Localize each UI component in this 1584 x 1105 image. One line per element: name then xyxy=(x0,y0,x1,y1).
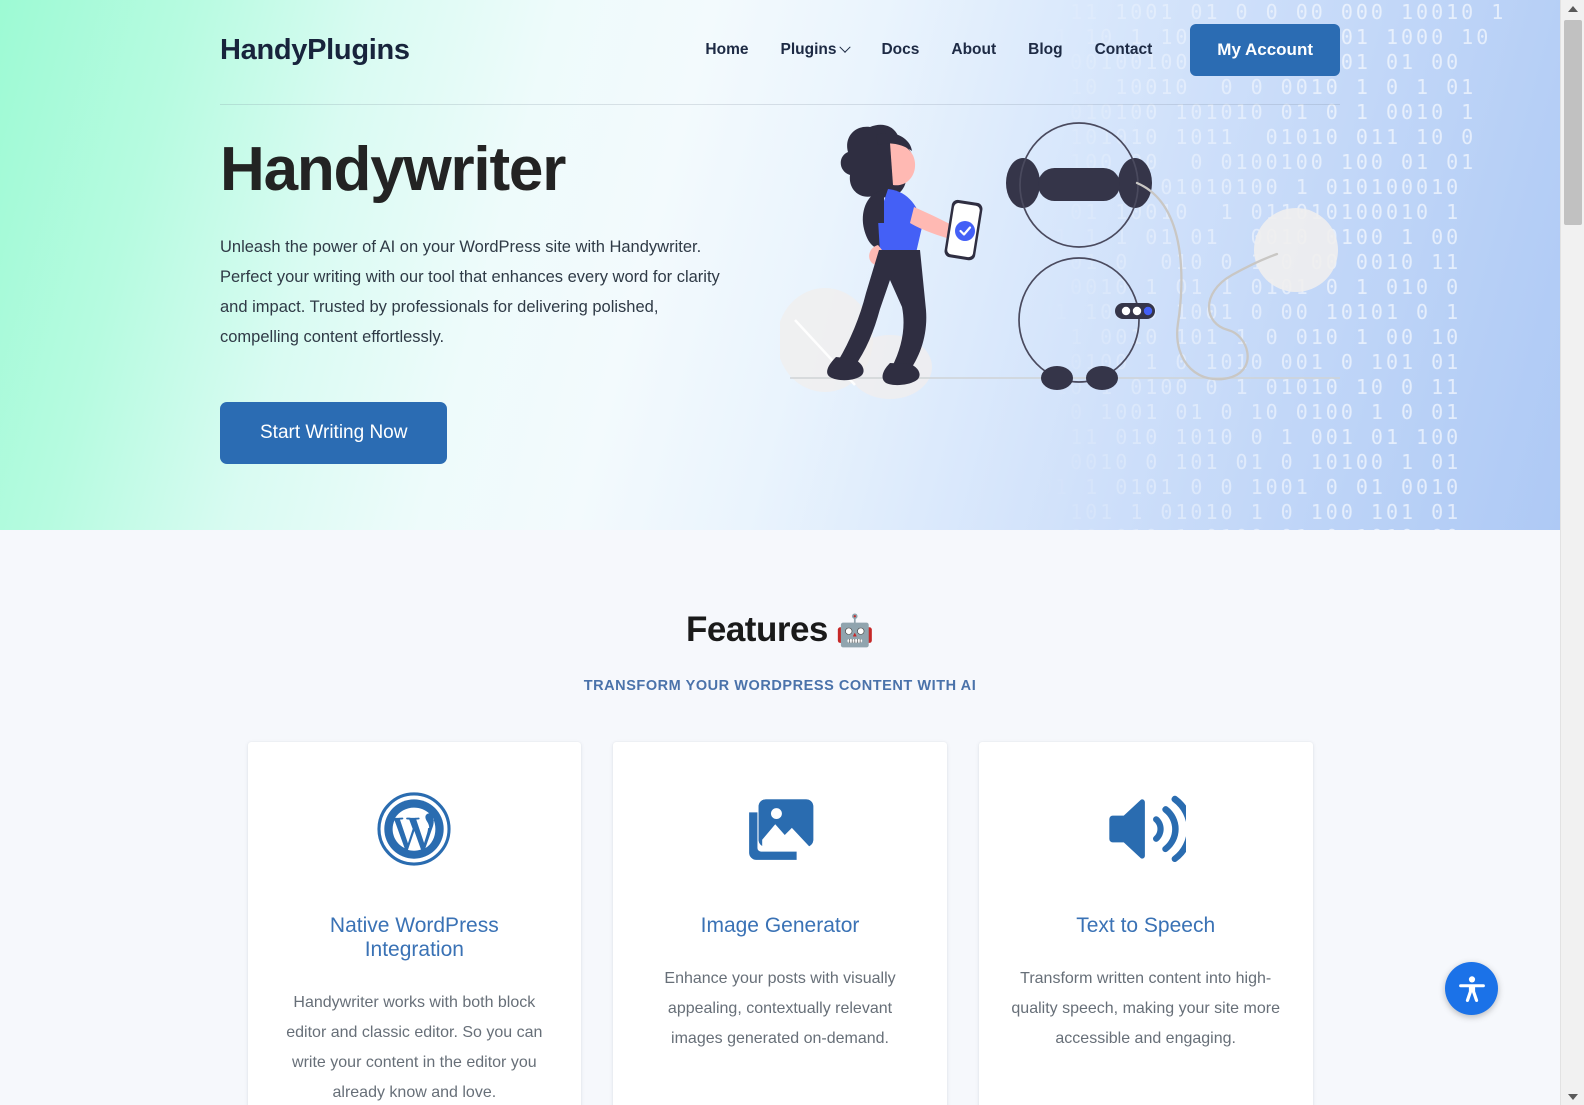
feature-card-title: Image Generator xyxy=(700,914,860,937)
accessibility-widget-button[interactable] xyxy=(1445,962,1498,1015)
nav-item-label: Contact xyxy=(1094,41,1153,58)
hero-body: Handywriter Unleash the power of AI on y… xyxy=(220,105,1340,465)
features-heading: Features 🤖 xyxy=(0,610,1560,650)
nav-item-label: About xyxy=(951,41,997,58)
browser-viewport: 0 11 1001 01 0 0 00 000 10010 1 01 10 1 … xyxy=(0,0,1560,1105)
chevron-down-icon xyxy=(839,41,852,53)
speaker-volume-icon xyxy=(1009,788,1283,870)
feature-cards-grid: Native WordPress Integration Handywriter… xyxy=(247,742,1313,1105)
nav-item-label: Docs xyxy=(881,41,920,58)
primary-navigation: Home Plugins Docs About Blog Contact My … xyxy=(689,24,1340,76)
feature-card-description: Handywriter works with both block editor… xyxy=(286,994,543,1101)
start-writing-now-button[interactable]: Start Writing Now xyxy=(220,402,448,465)
hero-section: 0 11 1001 01 0 0 00 000 10010 1 01 10 1 … xyxy=(0,0,1560,530)
accessibility-person-icon xyxy=(1458,975,1485,1002)
site-logo-text[interactable]: HandyPlugins xyxy=(220,34,410,67)
scrollbar-down-arrow[interactable] xyxy=(1561,1088,1584,1105)
feature-card-description: Enhance your posts with visually appeali… xyxy=(664,970,896,1047)
nav-item-docs[interactable]: Docs xyxy=(865,41,935,59)
hero-description: Unleash the power of AI on your WordPres… xyxy=(220,238,720,347)
scrollbar-thumb[interactable] xyxy=(1564,20,1582,225)
feature-card-text-to-speech[interactable]: Text to Speech Transform written content… xyxy=(978,742,1313,1105)
scrollbar-up-arrow[interactable] xyxy=(1561,0,1584,17)
feature-card-description: Transform written content into high-qual… xyxy=(1011,970,1280,1047)
feature-card-title: Native WordPress Integration xyxy=(329,914,499,961)
person-with-phone-and-robot-illustration xyxy=(777,122,1340,399)
hero-illustration xyxy=(777,95,1360,425)
nav-item-home[interactable]: Home xyxy=(689,41,764,59)
robot-emoji-icon: 🤖 xyxy=(835,613,875,648)
nav-item-plugins[interactable]: Plugins xyxy=(764,41,865,59)
nav-item-label: Plugins xyxy=(780,41,837,58)
feature-card-image-generator[interactable]: Image Generator Enhance your posts with … xyxy=(613,742,947,1105)
nav-item-label: Home xyxy=(705,41,749,58)
nav-item-label: Blog xyxy=(1028,41,1063,58)
features-section: Features 🤖 TRANSFORM YOUR WORDPRESS CONTE… xyxy=(0,530,1560,1105)
feature-card-native-wordpress-integration[interactable]: Native WordPress Integration Handywriter… xyxy=(247,742,582,1105)
wordpress-logo-icon xyxy=(278,788,552,870)
nav-item-contact[interactable]: Contact xyxy=(1079,41,1169,59)
hero-copy: Handywriter Unleash the power of AI on y… xyxy=(220,105,750,465)
hero-title: Handywriter xyxy=(220,135,566,204)
site-header: HandyPlugins Home Plugins Docs About Blo… xyxy=(220,0,1340,105)
nav-item-blog[interactable]: Blog xyxy=(1012,41,1078,59)
nav-item-about[interactable]: About xyxy=(935,41,1012,59)
images-stack-icon xyxy=(643,788,917,870)
vertical-scrollbar[interactable] xyxy=(1560,0,1584,1105)
features-subtitle: TRANSFORM YOUR WORDPRESS CONTENT WITH AI xyxy=(583,678,977,694)
feature-card-title: Text to Speech xyxy=(1076,914,1216,937)
my-account-button[interactable]: My Account xyxy=(1190,24,1340,76)
features-heading-text: Features xyxy=(685,610,828,649)
